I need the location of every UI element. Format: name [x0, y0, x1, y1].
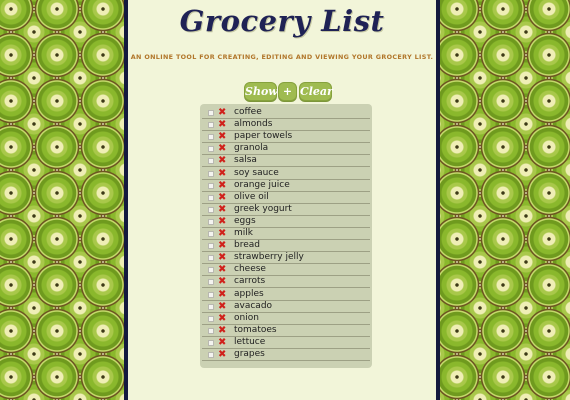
- item-checkbox[interactable]: [208, 206, 214, 213]
- kiwi-background-left: [0, 0, 124, 400]
- show-button[interactable]: Show: [244, 82, 278, 101]
- list-item-label: granola: [234, 143, 269, 154]
- item-checkbox[interactable]: [208, 122, 214, 129]
- list-item-label: orange juice: [234, 179, 290, 190]
- list-item: ✖ cheese: [202, 264, 370, 277]
- item-checkbox[interactable]: [208, 267, 214, 274]
- list-item-label: eggs: [234, 215, 256, 226]
- list-item-label: strawberry jelly: [234, 252, 304, 263]
- list-item: ✖ eggs: [202, 216, 370, 228]
- close-icon[interactable]: ✖: [218, 131, 226, 142]
- close-icon[interactable]: ✖: [218, 337, 226, 348]
- list-item-label: paper towels: [234, 131, 293, 142]
- list-item: ✖ onion: [202, 313, 370, 325]
- item-checkbox[interactable]: [208, 352, 214, 358]
- list-item: ✖ greek yogurt: [202, 204, 370, 216]
- list-item-label: tomatoes: [234, 324, 277, 335]
- list-item-label: salsa: [234, 155, 257, 166]
- close-icon[interactable]: ✖: [218, 204, 226, 215]
- grocery-list: ✖ coffee ✖ almonds ✖ paper towels ✖ granola ✖ sal…: [200, 104, 372, 368]
- close-icon[interactable]: ✖: [218, 325, 226, 336]
- item-checkbox[interactable]: [208, 279, 214, 286]
- list-item: ✖ almonds: [202, 119, 370, 132]
- main-panel: Grocery List AN ONLINE TOOL FOR CREATING…: [124, 0, 440, 400]
- list-item-label: coffee: [234, 107, 262, 117]
- close-icon[interactable]: ✖: [218, 289, 226, 300]
- close-icon[interactable]: ✖: [218, 276, 226, 287]
- page-subtitle: AN ONLINE TOOL FOR CREATING, EDITING AND…: [130, 53, 434, 61]
- list-item-label: avacado: [234, 300, 273, 311]
- page-title: Grocery List: [179, 4, 385, 38]
- item-checkbox[interactable]: [208, 291, 214, 298]
- list-item: ✖ soy sauce: [202, 168, 370, 180]
- item-checkbox[interactable]: [208, 255, 214, 262]
- kiwi-background-right: [440, 0, 570, 400]
- list-item: ✖ grapes: [202, 349, 370, 361]
- close-icon[interactable]: ✖: [218, 192, 226, 203]
- list-item: ✖ coffee: [202, 107, 370, 119]
- list-item: ✖ paper towels: [202, 131, 370, 144]
- list-item: ✖ carrots: [202, 276, 370, 289]
- close-icon[interactable]: ✖: [218, 264, 226, 275]
- list-item-label: carrots: [234, 276, 266, 287]
- close-icon[interactable]: ✖: [218, 216, 226, 227]
- list-item: ✖ granola: [202, 143, 370, 156]
- item-checkbox[interactable]: [208, 194, 214, 201]
- list-item-label: milk: [234, 228, 253, 238]
- close-icon[interactable]: ✖: [218, 155, 226, 166]
- list-item: ✖ apples: [202, 289, 370, 301]
- item-checkbox[interactable]: [208, 339, 214, 346]
- clear-button[interactable]: Clear: [299, 82, 333, 101]
- close-icon[interactable]: ✖: [218, 143, 226, 154]
- list-item-label: soy sauce: [234, 167, 279, 178]
- list-item-label: lettuce: [234, 336, 266, 347]
- item-checkbox[interactable]: [208, 218, 214, 225]
- close-icon[interactable]: ✖: [218, 349, 226, 360]
- list-item-label: bread: [234, 240, 260, 251]
- close-icon[interactable]: ✖: [218, 252, 226, 263]
- list-item: ✖ milk: [202, 228, 370, 240]
- list-item-label: almonds: [234, 119, 273, 130]
- list-item-label: grapes: [234, 349, 265, 359]
- close-icon[interactable]: ✖: [218, 313, 226, 324]
- list-item-label: greek yogurt: [234, 203, 292, 214]
- item-checkbox[interactable]: [208, 146, 214, 153]
- item-checkbox[interactable]: [208, 327, 214, 334]
- item-checkbox[interactable]: [208, 110, 214, 116]
- close-icon[interactable]: ✖: [218, 168, 226, 179]
- list-item: ✖ bread: [202, 240, 370, 253]
- list-item: ✖ salsa: [202, 155, 370, 168]
- close-icon[interactable]: ✖: [218, 107, 226, 118]
- list-item-label: olive oil: [234, 191, 269, 202]
- item-checkbox[interactable]: [208, 134, 214, 141]
- list-item: ✖ orange juice: [202, 180, 370, 192]
- list-item: ✖ olive oil: [202, 192, 370, 204]
- item-checkbox[interactable]: [208, 182, 214, 189]
- toolbar: Show + Clear: [128, 82, 436, 101]
- list-item-label: apples: [234, 288, 264, 299]
- list-item-label: onion: [234, 312, 259, 323]
- list-item: ✖ strawberry jelly: [202, 252, 370, 265]
- item-checkbox[interactable]: [208, 303, 214, 310]
- list-item: ✖ tomatoes: [202, 325, 370, 337]
- list-item: ✖ avacado: [202, 301, 370, 313]
- close-icon[interactable]: ✖: [218, 301, 226, 312]
- list-item: ✖ lettuce: [202, 337, 370, 349]
- list-item-label: cheese: [234, 264, 266, 275]
- close-icon[interactable]: ✖: [218, 119, 226, 130]
- item-checkbox[interactable]: [208, 315, 214, 322]
- close-icon[interactable]: ✖: [218, 228, 226, 239]
- close-icon[interactable]: ✖: [218, 180, 226, 191]
- item-checkbox[interactable]: [208, 158, 214, 165]
- item-checkbox[interactable]: [208, 231, 214, 237]
- item-checkbox[interactable]: [208, 243, 214, 250]
- close-icon[interactable]: ✖: [218, 240, 226, 251]
- item-checkbox[interactable]: [208, 170, 214, 177]
- add-button[interactable]: +: [278, 82, 297, 101]
